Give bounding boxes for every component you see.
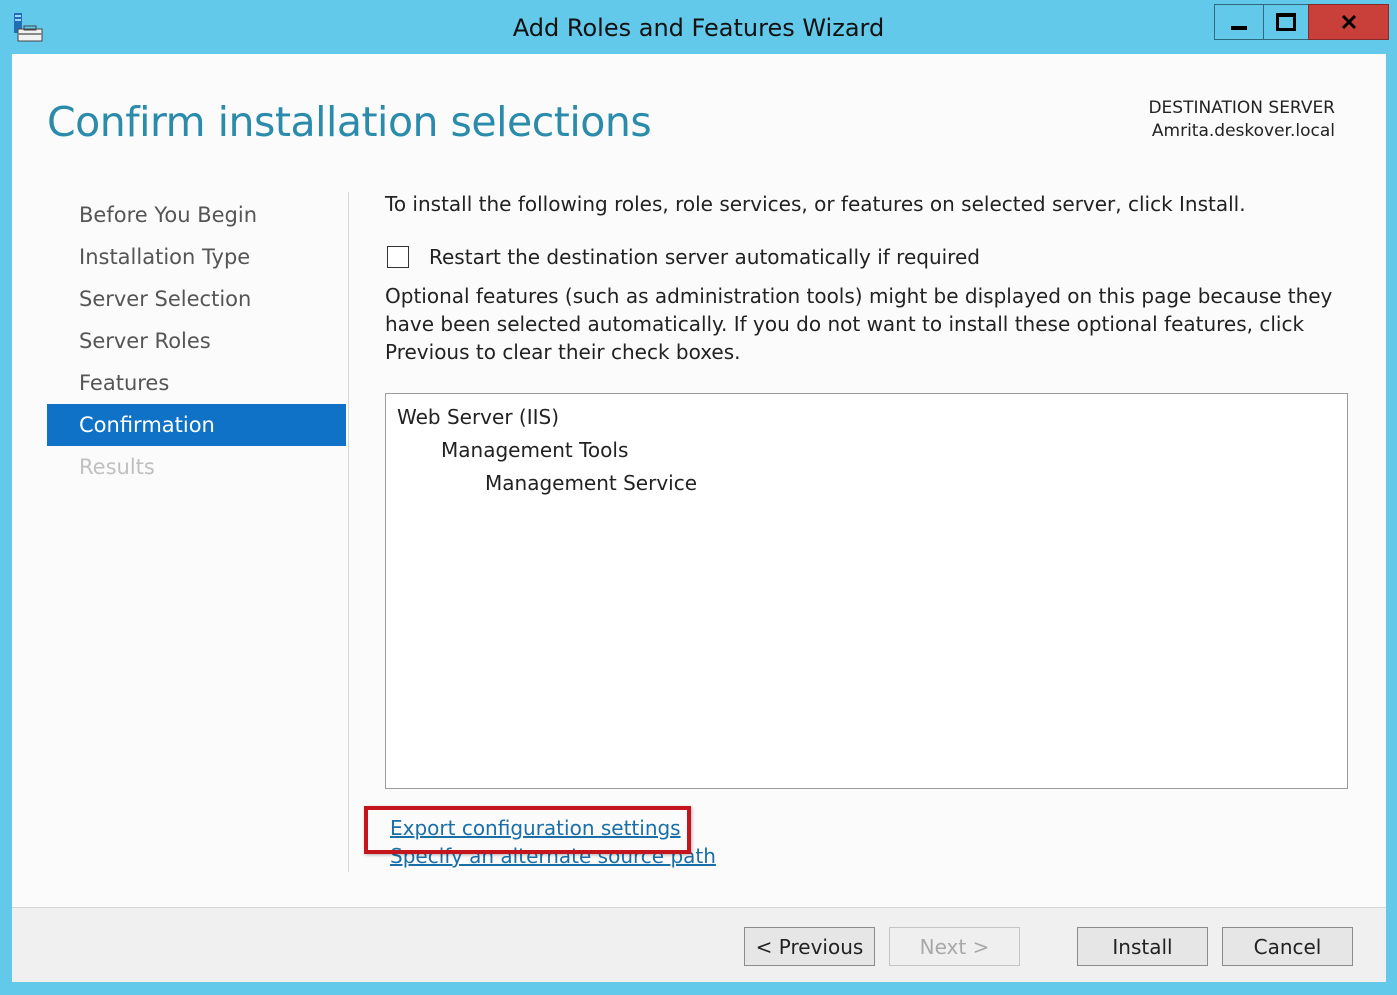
restart-option[interactable]: Restart the destination server automatic… bbox=[385, 244, 980, 270]
restart-checkbox[interactable] bbox=[387, 246, 409, 268]
nav-item-confirmation[interactable]: Confirmation bbox=[47, 404, 346, 446]
vertical-divider bbox=[348, 192, 349, 872]
highlight-box bbox=[364, 806, 691, 854]
minimize-button[interactable] bbox=[1214, 4, 1264, 40]
optional-features-note: Optional features (such as administratio… bbox=[385, 284, 1333, 364]
intro-text: To install the following roles, role ser… bbox=[385, 192, 1246, 216]
nav-item-server-selection[interactable]: Server Selection bbox=[47, 278, 346, 320]
maximize-button[interactable] bbox=[1263, 4, 1309, 40]
cancel-button[interactable]: Cancel bbox=[1222, 927, 1353, 966]
destination-server-value: Amrita.deskover.local bbox=[1151, 121, 1335, 141]
close-button[interactable] bbox=[1308, 4, 1389, 40]
selections-list[interactable]: Web Server (IIS) Management Tools Manage… bbox=[385, 393, 1348, 789]
list-item-web-server-iis: Web Server (IIS) bbox=[397, 405, 560, 429]
list-item-management-service: Management Service bbox=[485, 471, 698, 495]
wizard-client-area: Confirm installation selections DESTINAT… bbox=[12, 54, 1386, 982]
next-button: Next > bbox=[889, 927, 1020, 966]
wizard-steps-nav: Before You Begin Installation Type Serve… bbox=[47, 194, 346, 488]
previous-button[interactable]: < Previous bbox=[744, 927, 875, 966]
nav-item-features[interactable]: Features bbox=[47, 362, 346, 404]
destination-server-label: DESTINATION SERVER bbox=[1148, 98, 1335, 118]
title-bar: Add Roles and Features Wizard bbox=[0, 0, 1397, 54]
nav-item-installation-type[interactable]: Installation Type bbox=[47, 236, 346, 278]
window-title: Add Roles and Features Wizard bbox=[512, 14, 885, 42]
nav-item-results: Results bbox=[79, 455, 155, 479]
install-button[interactable]: Install bbox=[1077, 927, 1208, 966]
minimize-icon bbox=[1231, 26, 1247, 30]
maximize-icon bbox=[1276, 13, 1296, 31]
list-item-management-tools: Management Tools bbox=[441, 438, 629, 462]
close-icon bbox=[1341, 14, 1356, 30]
nav-item-server-roles[interactable]: Server Roles bbox=[47, 320, 346, 362]
page-title: Confirm installation selections bbox=[47, 98, 652, 146]
button-bar: < Previous Next > Install Cancel bbox=[12, 907, 1386, 982]
restart-checkbox-label[interactable]: Restart the destination server automatic… bbox=[429, 245, 980, 269]
nav-item-before-you-begin[interactable]: Before You Begin bbox=[47, 194, 346, 236]
